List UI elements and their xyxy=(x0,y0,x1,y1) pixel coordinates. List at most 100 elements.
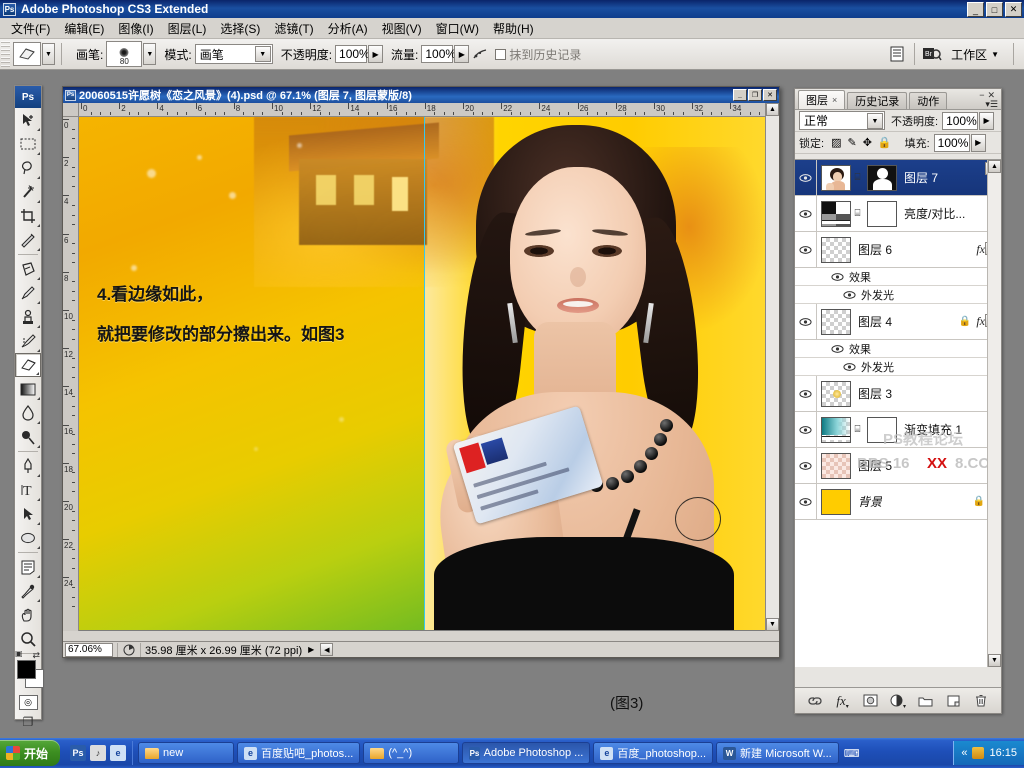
layer-row-brightness-contrast[interactable]: ⌸ 亮度/对比... xyxy=(795,196,1001,232)
layer-visibility-toggle-5[interactable] xyxy=(795,376,817,411)
tool-dodge[interactable] xyxy=(15,425,41,449)
layer-name-4[interactable]: 图层 4 xyxy=(858,313,892,330)
media-quick-icon[interactable]: ♪ xyxy=(90,745,107,761)
layer-list[interactable]: ⌸ 图层 7 ▲ xyxy=(795,159,1001,667)
layer-visibility-toggle-4[interactable] xyxy=(795,304,817,339)
opacity-input[interactable]: 100% xyxy=(335,45,370,63)
tool-crop[interactable] xyxy=(15,204,41,228)
minimize-button[interactable]: _ xyxy=(967,2,984,17)
layer-name-2[interactable]: 亮度/对比... xyxy=(904,205,965,222)
erase-to-history-checkbox-group[interactable]: 抹到历史记录 xyxy=(495,46,581,63)
tray-expand-icon[interactable]: « xyxy=(961,747,967,759)
layer-row-tu-ceng-5[interactable]: 图层 5 xyxy=(795,448,1001,484)
tool-blur[interactable] xyxy=(15,401,41,425)
link-layers-button[interactable] xyxy=(806,692,824,710)
layer-row-tu-ceng-3[interactable]: 图层 3 xyxy=(795,376,1001,412)
photoshop-quick-icon[interactable]: Ps xyxy=(70,745,87,761)
tab-actions[interactable]: 动作 xyxy=(909,92,948,109)
tool-pen[interactable] xyxy=(15,454,41,478)
blend-mode-chevron-down-icon[interactable]: ▼ xyxy=(867,113,883,129)
screenmode-group[interactable]: ❐ xyxy=(15,715,41,729)
tool-eyedropper[interactable] xyxy=(15,579,41,603)
layer-link-icon-1[interactable]: ⌸ xyxy=(853,172,862,183)
close-button[interactable]: ✕ xyxy=(1005,2,1022,17)
document-vertical-scrollbar[interactable]: ▲ ▼ xyxy=(765,103,779,631)
layer-thumbnail-7[interactable] xyxy=(821,452,851,479)
layer-visibility-toggle-8[interactable] xyxy=(795,484,817,519)
screen-mode-icon[interactable]: ❐ xyxy=(23,715,34,729)
layer-thumbnail-1[interactable] xyxy=(821,164,851,191)
taskbar-button-photoshop[interactable]: Ps Adobe Photoshop ... xyxy=(462,742,591,764)
layer-effects-row-3[interactable]: 效果 xyxy=(795,268,1001,286)
lock-transparency-icon[interactable]: ▨ xyxy=(831,136,841,149)
layer-effects-row-4[interactable]: 效果 xyxy=(795,340,1001,358)
layer-effect-outerglow-row-4[interactable]: 外发光 xyxy=(795,358,1001,376)
tab-history[interactable]: 历史记录 xyxy=(847,92,908,109)
layer-thumbnail-8[interactable] xyxy=(821,488,851,515)
new-group-button[interactable] xyxy=(917,692,935,710)
canvas-area[interactable]: 4.看边缘如此， 就把要修改的部分擦出来。如图3 xyxy=(79,117,765,631)
opacity-spinner[interactable]: ▶ xyxy=(368,45,384,63)
taskbar-button-smiley-folder[interactable]: (^_^) xyxy=(363,742,460,764)
tool-history-brush[interactable] xyxy=(15,329,41,353)
quickmask-mode-icon[interactable]: ◎ xyxy=(18,695,38,710)
tool-gradient[interactable] xyxy=(15,377,41,401)
restore-button[interactable]: □ xyxy=(986,2,1003,17)
brush-preview[interactable]: 80 xyxy=(106,41,143,67)
taskbar-button-new[interactable]: new xyxy=(138,742,235,764)
layer-visibility-toggle-1[interactable] xyxy=(795,160,817,195)
menu-image[interactable]: 图像(I) xyxy=(111,18,160,39)
tool-type[interactable]: T xyxy=(15,478,41,502)
lock-paint-icon[interactable]: ✎ xyxy=(847,136,856,149)
go-to-bridge-icon[interactable]: Br xyxy=(921,43,943,65)
menu-layer[interactable]: 图层(L) xyxy=(161,18,214,39)
fill-spinner[interactable]: ▶ xyxy=(970,133,986,152)
taskbar-button-baidu-tieba[interactable]: e 百度贴吧_photos... xyxy=(237,742,361,764)
layer-scroll-down-button[interactable]: ▼ xyxy=(988,654,1001,667)
menu-select[interactable]: 选择(S) xyxy=(213,18,267,39)
blend-mode-select[interactable]: 正常 ▼ xyxy=(799,111,885,130)
layer-thumbnail-3[interactable] xyxy=(821,236,851,263)
layer-mask-thumbnail-6[interactable] xyxy=(867,416,897,443)
layer-visibility-toggle-6[interactable] xyxy=(795,412,817,447)
tool-move[interactable] xyxy=(15,108,41,132)
tool-magic-wand[interactable] xyxy=(15,180,41,204)
tool-brush[interactable] xyxy=(15,281,41,305)
layer-opacity-spinner[interactable]: ▶ xyxy=(979,111,995,130)
layer-name-8[interactable]: 背景 xyxy=(858,493,882,510)
default-colors-icon[interactable]: ▣ xyxy=(15,649,23,658)
tool-preset-dropdown[interactable]: ▼ xyxy=(42,43,55,65)
fill-input[interactable]: 100% xyxy=(933,133,970,152)
ie-quick-icon[interactable]: e xyxy=(110,745,127,761)
layer-link-icon-6[interactable]: ⌸ xyxy=(853,424,862,435)
document-image[interactable]: 4.看边缘如此， 就把要修改的部分擦出来。如图3 xyxy=(79,117,765,630)
ruler-corner[interactable] xyxy=(63,103,79,117)
menu-filter[interactable]: 滤镜(T) xyxy=(267,18,320,39)
layer-row-gradient-fill-1[interactable]: ⌸ 渐变填充 1 xyxy=(795,412,1001,448)
new-layer-button[interactable] xyxy=(944,692,962,710)
foreground-color-swatch[interactable] xyxy=(17,660,36,679)
airbrush-toggle-icon[interactable] xyxy=(469,43,491,65)
workspace-menu[interactable]: 工作区 ▼ xyxy=(951,46,999,63)
start-button[interactable]: 开始 xyxy=(0,740,61,766)
layer-thumbnail-5[interactable] xyxy=(821,380,851,407)
tool-clone-stamp[interactable] xyxy=(15,305,41,329)
panel-menu-icon[interactable]: ▾☰ xyxy=(985,99,998,110)
menu-help[interactable]: 帮助(H) xyxy=(486,18,541,39)
mode-select[interactable]: 画笔 ▼ xyxy=(194,44,273,64)
tool-shape[interactable] xyxy=(15,526,41,550)
menu-edit[interactable]: 编辑(E) xyxy=(57,18,111,39)
menu-file[interactable]: 文件(F) xyxy=(4,18,57,39)
status-expand-icon[interactable]: ▶ xyxy=(308,645,314,654)
layer-link-icon-2[interactable]: ⌸ xyxy=(853,208,862,219)
tray-icon-1[interactable] xyxy=(972,747,985,759)
tool-slice[interactable] xyxy=(15,228,41,252)
erase-to-history-checkbox[interactable] xyxy=(495,48,507,60)
layer-mask-thumbnail-2[interactable] xyxy=(867,200,897,227)
document-close-button[interactable]: ✕ xyxy=(763,89,777,101)
tool-path-selection[interactable] xyxy=(15,502,41,526)
layer-row-tu-ceng-6[interactable]: 图层 6 fx ▲ xyxy=(795,232,1001,268)
layer-row-tu-ceng-4[interactable]: 图层 4 🔒 fx ▲ xyxy=(795,304,1001,340)
layer-fx-icon-4[interactable]: fx xyxy=(976,314,985,329)
tool-marquee[interactable] xyxy=(15,132,41,156)
